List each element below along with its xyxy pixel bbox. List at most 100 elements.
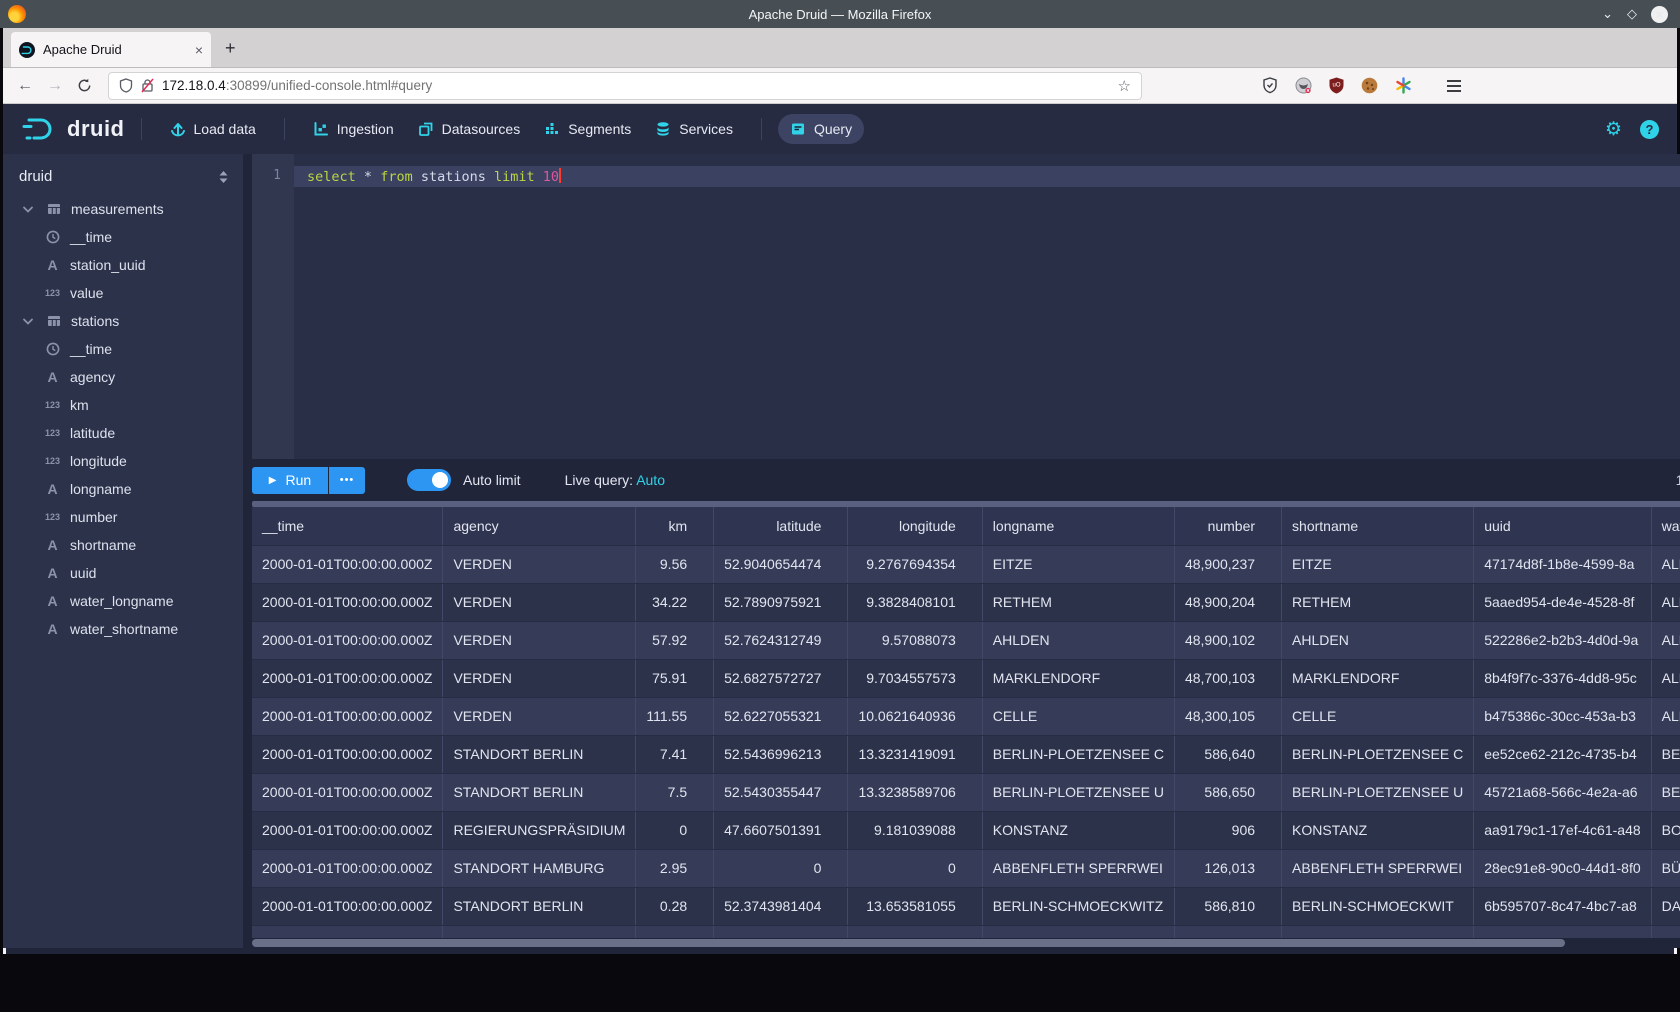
cell-latitude[interactable]: 52.5430355447	[714, 773, 848, 811]
column-header-longitude[interactable]: longitude	[848, 507, 982, 545]
cell-longname[interactable]: BERLIN-PLOETZENSEE C	[982, 735, 1174, 773]
cell-__time[interactable]: 2000-01-01T00:00:00.000Z	[252, 735, 443, 773]
cell-shortname[interactable]: KONSTANZ	[1282, 811, 1474, 849]
cell-agency[interactable]: VERDEN	[443, 697, 636, 735]
settings-gear-icon[interactable]: ⚙	[1605, 118, 1622, 141]
cell-km[interactable]: 7.5	[636, 773, 714, 811]
cell-uuid[interactable]: 47174d8f-1b8e-4599-8a	[1474, 545, 1651, 583]
nav-services[interactable]: Services	[643, 114, 745, 144]
cell-number[interactable]: 906	[1174, 811, 1281, 849]
new-tab-button[interactable]: +	[225, 38, 236, 59]
cell-uuid[interactable]: 28ec91e8-90c0-44d1-8f0	[1474, 849, 1651, 887]
cell-latitude[interactable]: 52.7890975921	[714, 583, 848, 621]
cell-latitude[interactable]: 52.6227055321	[714, 697, 848, 735]
column-header-latitude[interactable]: latitude	[714, 507, 848, 545]
table-node-measurements[interactable]: measurements	[3, 195, 243, 223]
column-node-uuid[interactable]: Auuid	[3, 559, 243, 587]
cell-longitude[interactable]: 0	[848, 849, 982, 887]
help-icon[interactable]: ?	[1640, 120, 1659, 139]
cell-shortname[interactable]: BERLIN-PLOETZENSEE C	[1282, 735, 1474, 773]
column-node-station_uuid[interactable]: Astation_uuid	[3, 251, 243, 279]
column-node-shortname[interactable]: Ashortname	[3, 531, 243, 559]
cell-uuid[interactable]: 522286e2-b2b3-4d0d-9a	[1474, 621, 1651, 659]
cell-water_longname[interactable]: ALLER	[1651, 545, 1680, 583]
cell-longitude[interactable]: 9.3828408101	[848, 583, 982, 621]
bookmark-star-icon[interactable]: ☆	[1118, 77, 1131, 95]
run-more-button[interactable]: •••	[329, 467, 365, 494]
cell-longitude[interactable]: 9.2767694354	[848, 545, 982, 583]
cell-water_longname[interactable]: BERLIN-SPANDAUER-S	[1651, 773, 1680, 811]
cell-km[interactable]: 2.95	[636, 849, 714, 887]
cell-uuid[interactable]: 5aaed954-de4e-4528-8f	[1474, 583, 1651, 621]
horizontal-scrollbar[interactable]	[252, 938, 1680, 948]
cell-shortname[interactable]: AHLDEN	[1282, 621, 1474, 659]
column-header-__time[interactable]: __time	[252, 507, 443, 545]
cell-agency[interactable]: REGIERUNGSPRÄSIDIUM	[443, 811, 636, 849]
cell-water_longname[interactable]: DAHME-WASSERSTRAS	[1651, 887, 1680, 925]
cell-km[interactable]: 34.22	[636, 583, 714, 621]
table-node-stations[interactable]: stations	[3, 307, 243, 335]
column-node-water_shortname[interactable]: Awater_shortname	[3, 615, 243, 643]
column-header-km[interactable]: km	[636, 507, 714, 545]
cell-longitude[interactable]: 13.3238589706	[848, 773, 982, 811]
cell-uuid[interactable]: ee52ce62-212c-4735-b4	[1474, 735, 1651, 773]
cell-latitude[interactable]: 52.9040654474	[714, 545, 848, 583]
cell-number[interactable]: 48,300,105	[1174, 697, 1281, 735]
cell-agency[interactable]: STANDORT HAMBURG	[443, 849, 636, 887]
cell-longitude[interactable]: 13.653581055	[848, 887, 982, 925]
multi-account-mask-icon[interactable]	[1295, 77, 1312, 94]
column-header-shortname[interactable]: shortname	[1282, 507, 1474, 545]
cell-__time[interactable]: 2000-01-01T00:00:00.000Z	[252, 773, 443, 811]
insecure-lock-icon[interactable]	[141, 78, 154, 93]
nav-ingestion[interactable]: Ingestion	[301, 114, 406, 144]
horizontal-scrollbar-thumb[interactable]	[252, 939, 1565, 947]
column-node-latitude[interactable]: 123latitude	[3, 419, 243, 447]
cell-number[interactable]: 586,640	[1174, 735, 1281, 773]
live-query-value[interactable]: Auto	[636, 472, 665, 488]
cell-longitude[interactable]: 10.0621640936	[848, 697, 982, 735]
cell-number[interactable]: 48,900,102	[1174, 621, 1281, 659]
cell-km[interactable]: 7.41	[636, 735, 714, 773]
url-bar[interactable]: 172.18.0.4:30899/unified-console.html#qu…	[108, 72, 1142, 100]
cell-shortname[interactable]: BERLIN-SCHMOECKWIT	[1282, 887, 1474, 925]
cell-water_longname[interactable]: ALLER	[1651, 583, 1680, 621]
column-header-uuid[interactable]: uuid	[1474, 507, 1651, 545]
cell-shortname[interactable]: ABBENFLETH SPERRWEI	[1282, 849, 1474, 887]
cell-__time[interactable]: 2000-01-01T00:00:00.000Z	[252, 697, 443, 735]
cell-uuid[interactable]: b475386c-30cc-453a-b3	[1474, 697, 1651, 735]
cell-longname[interactable]: CELLE	[982, 697, 1174, 735]
column-node-number[interactable]: 123number	[3, 503, 243, 531]
cell-agency[interactable]: VERDEN	[443, 621, 636, 659]
query-editor[interactable]: 1 select * from stations limit 10	[252, 154, 1680, 459]
sort-icon[interactable]	[218, 170, 229, 184]
reload-button[interactable]	[77, 78, 92, 93]
auto-limit-toggle[interactable]	[407, 469, 451, 491]
cell-km[interactable]: 0	[636, 811, 714, 849]
cell-agency[interactable]: STANDORT BERLIN	[443, 887, 636, 925]
cell-longname[interactable]: RETHEM	[982, 583, 1174, 621]
column-header-agency[interactable]: agency	[443, 507, 636, 545]
ublock-shield-icon[interactable]: uO	[1329, 77, 1344, 94]
nav-query[interactable]: Query	[778, 114, 864, 144]
column-node-longitude[interactable]: 123longitude	[3, 447, 243, 475]
cell-uuid[interactable]: 45721a68-566c-4e2a-a6	[1474, 773, 1651, 811]
column-node-value[interactable]: 123value	[3, 279, 243, 307]
cell-longname[interactable]: BERLIN-SCHMOECKWITZ	[982, 887, 1174, 925]
pinwheel-extension-icon[interactable]	[1395, 77, 1412, 94]
cell-km[interactable]: 111.55	[636, 697, 714, 735]
cell-number[interactable]: 48,700,103	[1174, 659, 1281, 697]
cell-longname[interactable]: KONSTANZ	[982, 811, 1174, 849]
cell-agency[interactable]: STANDORT BERLIN	[443, 773, 636, 811]
forward-button[interactable]: →	[47, 77, 63, 95]
nav-load-data[interactable]: Load data	[158, 114, 268, 144]
cell-water_longname[interactable]: ALLER	[1651, 659, 1680, 697]
cell-water_longname[interactable]: ALLER	[1651, 697, 1680, 735]
cell-__time[interactable]: 2000-01-01T00:00:00.000Z	[252, 583, 443, 621]
column-node-water_longname[interactable]: Awater_longname	[3, 587, 243, 615]
cell-longitude[interactable]: 13.3231419091	[848, 735, 982, 773]
cell-longname[interactable]: EITZE	[982, 545, 1174, 583]
cell-agency[interactable]: STANDORT BERLIN	[443, 735, 636, 773]
cell-number[interactable]: 586,650	[1174, 773, 1281, 811]
cell-latitude[interactable]: 52.5436996213	[714, 735, 848, 773]
cell-agency[interactable]: VERDEN	[443, 659, 636, 697]
